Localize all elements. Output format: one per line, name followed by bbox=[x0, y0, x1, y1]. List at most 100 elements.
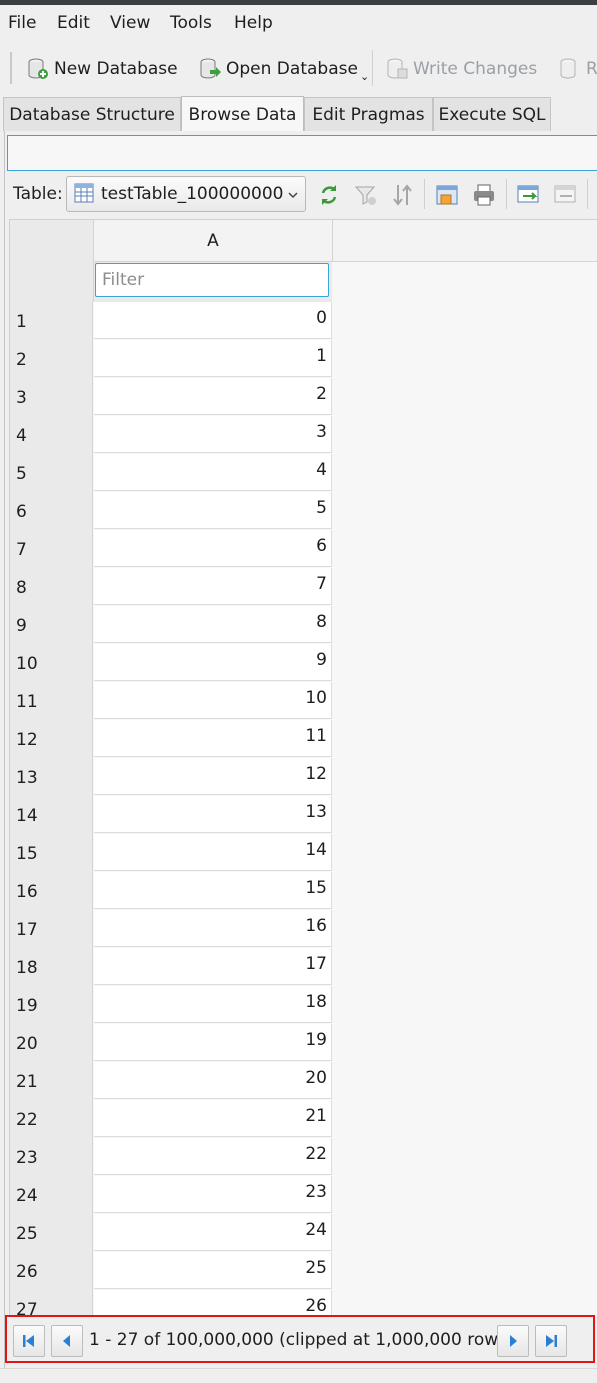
table-row[interactable]: 87 bbox=[10, 568, 333, 606]
table-row[interactable]: 20 19 bbox=[10, 1024, 333, 1062]
cell-value[interactable]: 15 bbox=[94, 872, 332, 909]
tab-browse-data[interactable]: Browse Data bbox=[181, 96, 304, 132]
row-number[interactable]: 7 bbox=[10, 530, 93, 568]
table-row[interactable]: 27 26 bbox=[10, 1290, 333, 1315]
open-database-button[interactable]: Open Database ⌄ bbox=[198, 55, 369, 83]
row-number[interactable]: 8 bbox=[10, 568, 93, 606]
insert-record-button[interactable] bbox=[515, 181, 543, 209]
cell-value[interactable]: 24 bbox=[94, 1214, 332, 1251]
table-row[interactable]: 23 22 bbox=[10, 1138, 333, 1176]
row-number[interactable]: 20 bbox=[10, 1024, 93, 1062]
row-number[interactable]: 12 bbox=[10, 720, 93, 758]
table-row[interactable]: 12 11 bbox=[10, 720, 333, 758]
table-row[interactable]: 24 23 bbox=[10, 1176, 333, 1214]
row-number[interactable]: 4 bbox=[10, 416, 93, 454]
cell-value[interactable]: 23 bbox=[94, 1176, 332, 1213]
menu-view[interactable]: View bbox=[110, 13, 150, 33]
row-number[interactable]: 27 bbox=[10, 1290, 93, 1315]
clear-filters-button[interactable] bbox=[352, 181, 380, 209]
cell-value[interactable]: 8 bbox=[94, 606, 332, 643]
menu-edit[interactable]: Edit bbox=[57, 13, 90, 33]
row-number[interactable]: 22 bbox=[10, 1100, 93, 1138]
table-row[interactable]: 26 25 bbox=[10, 1252, 333, 1290]
cell-value[interactable]: 17 bbox=[94, 948, 332, 985]
cell-value[interactable]: 5 bbox=[94, 492, 332, 529]
cell-value[interactable]: 10 bbox=[94, 682, 332, 719]
row-number[interactable]: 1 bbox=[10, 302, 93, 340]
row-number[interactable]: 13 bbox=[10, 758, 93, 796]
menu-help[interactable]: Help bbox=[234, 13, 273, 33]
menu-file[interactable]: File bbox=[8, 13, 36, 33]
cell-value[interactable]: 11 bbox=[94, 720, 332, 757]
row-number[interactable]: 18 bbox=[10, 948, 93, 986]
row-number[interactable]: 23 bbox=[10, 1138, 93, 1176]
row-number[interactable]: 10 bbox=[10, 644, 93, 682]
column-filter-input[interactable] bbox=[95, 263, 329, 297]
table-row[interactable]: 16 15 bbox=[10, 872, 333, 910]
row-number[interactable]: 9 bbox=[10, 606, 93, 644]
next-page-button[interactable] bbox=[497, 1325, 529, 1357]
table-row[interactable]: 18 17 bbox=[10, 948, 333, 986]
go-to-first-button[interactable] bbox=[13, 1325, 45, 1357]
cell-value[interactable]: 1 bbox=[94, 340, 332, 377]
grid-corner[interactable] bbox=[10, 220, 94, 302]
table-row[interactable]: 54 bbox=[10, 454, 333, 492]
cell-value[interactable]: 19 bbox=[94, 1024, 332, 1061]
toolbar-grip[interactable] bbox=[10, 52, 12, 84]
go-to-last-button[interactable] bbox=[535, 1325, 567, 1357]
cell-value[interactable]: 26 bbox=[94, 1290, 332, 1315]
cell-value[interactable]: 16 bbox=[94, 910, 332, 947]
cell-value[interactable]: 9 bbox=[94, 644, 332, 681]
cell-value[interactable]: 18 bbox=[94, 986, 332, 1023]
cell-value[interactable]: 2 bbox=[94, 378, 332, 415]
write-changes-button[interactable]: Write Changes bbox=[385, 55, 537, 83]
row-number[interactable]: 16 bbox=[10, 872, 93, 910]
table-row[interactable]: 15 14 bbox=[10, 834, 333, 872]
table-row[interactable]: 98 bbox=[10, 606, 333, 644]
table-row[interactable]: 25 24 bbox=[10, 1214, 333, 1252]
cell-value[interactable]: 25 bbox=[94, 1252, 332, 1289]
table-row[interactable]: 14 13 bbox=[10, 796, 333, 834]
table-row[interactable]: 22 21 bbox=[10, 1100, 333, 1138]
cell-value[interactable]: 12 bbox=[94, 758, 332, 795]
table-row[interactable]: 32 bbox=[10, 378, 333, 416]
table-row[interactable]: 11 10 bbox=[10, 682, 333, 720]
tab-database-structure[interactable]: Database Structure bbox=[3, 97, 181, 131]
cell-value[interactable]: 4 bbox=[94, 454, 332, 491]
row-number[interactable]: 24 bbox=[10, 1176, 93, 1214]
row-number[interactable]: 14 bbox=[10, 796, 93, 834]
cell-value[interactable]: 0 bbox=[94, 302, 332, 339]
previous-page-button[interactable] bbox=[51, 1325, 83, 1357]
cell-value[interactable]: 7 bbox=[94, 568, 332, 605]
save-table-button[interactable] bbox=[433, 181, 461, 209]
cell-value[interactable]: 3 bbox=[94, 416, 332, 453]
revert-changes-button[interactable]: R bbox=[558, 55, 597, 83]
cell-value[interactable]: 21 bbox=[94, 1100, 332, 1137]
row-number[interactable]: 11 bbox=[10, 682, 93, 720]
tab-execute-sql[interactable]: Execute SQL bbox=[433, 97, 551, 131]
menu-tools[interactable]: Tools bbox=[170, 13, 212, 33]
sort-button[interactable] bbox=[389, 181, 417, 209]
table-row[interactable]: 13 12 bbox=[10, 758, 333, 796]
cell-value[interactable]: 13 bbox=[94, 796, 332, 833]
table-row[interactable]: 21 bbox=[10, 340, 333, 378]
table-row[interactable]: 21 20 bbox=[10, 1062, 333, 1100]
column-header-a[interactable]: A bbox=[94, 220, 333, 262]
delete-record-button[interactable] bbox=[552, 181, 580, 209]
row-number[interactable]: 17 bbox=[10, 910, 93, 948]
cell-value[interactable]: 6 bbox=[94, 530, 332, 567]
table-row[interactable]: 65 bbox=[10, 492, 333, 530]
row-number[interactable]: 21 bbox=[10, 1062, 93, 1100]
tab-edit-pragmas[interactable]: Edit Pragmas bbox=[304, 97, 433, 131]
row-number[interactable]: 15 bbox=[10, 834, 93, 872]
chevron-down-icon[interactable]: ⌄ bbox=[360, 70, 369, 83]
row-number[interactable]: 3 bbox=[10, 378, 93, 416]
cell-value[interactable]: 22 bbox=[94, 1138, 332, 1175]
table-row[interactable]: 19 18 bbox=[10, 986, 333, 1024]
table-row[interactable]: 10 bbox=[10, 302, 333, 340]
table-row[interactable]: 76 bbox=[10, 530, 333, 568]
row-number[interactable]: 26 bbox=[10, 1252, 93, 1290]
row-number[interactable]: 25 bbox=[10, 1214, 93, 1252]
refresh-button[interactable] bbox=[315, 181, 343, 209]
row-number[interactable]: 2 bbox=[10, 340, 93, 378]
